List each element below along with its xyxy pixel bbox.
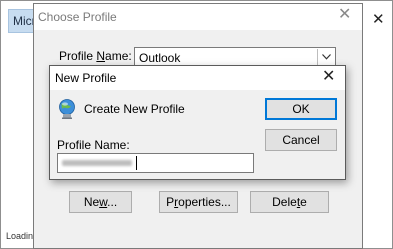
- choose-profile-titlebar[interactable]: Choose Profile ✕: [34, 4, 362, 30]
- ok-button[interactable]: OK: [265, 98, 337, 120]
- profile-select-value: Outlook: [139, 51, 181, 65]
- new-profile-button[interactable]: New...: [69, 191, 132, 213]
- background-close-icon[interactable]: ✕: [372, 12, 385, 27]
- new-profile-titlebar[interactable]: New Profile ✕: [50, 66, 345, 90]
- profile-globe-icon: [57, 98, 77, 120]
- loading-status-text: Loadin: [6, 231, 34, 241]
- redacted-profile-name: [62, 160, 132, 166]
- choose-profile-close-icon[interactable]: ✕: [338, 7, 351, 23]
- choose-profile-title: Choose Profile: [38, 10, 117, 24]
- create-new-profile-text: Create New Profile: [84, 102, 185, 116]
- new-profile-close-icon[interactable]: ✕: [322, 69, 335, 85]
- background-app-tab: Micr: [8, 9, 36, 33]
- profile-name-label: Profile Name:: [59, 49, 132, 63]
- delete-button[interactable]: Delete: [250, 191, 329, 213]
- text-caret: [136, 156, 137, 170]
- profile-name-input-label: Profile Name:: [57, 138, 130, 152]
- properties-button[interactable]: Properties...: [159, 191, 238, 213]
- new-profile-dialog: New Profile ✕ Create New Profile Profile…: [49, 65, 346, 180]
- new-profile-title: New Profile: [55, 71, 117, 85]
- profile-name-input[interactable]: [57, 153, 254, 173]
- cancel-button[interactable]: Cancel: [265, 129, 337, 151]
